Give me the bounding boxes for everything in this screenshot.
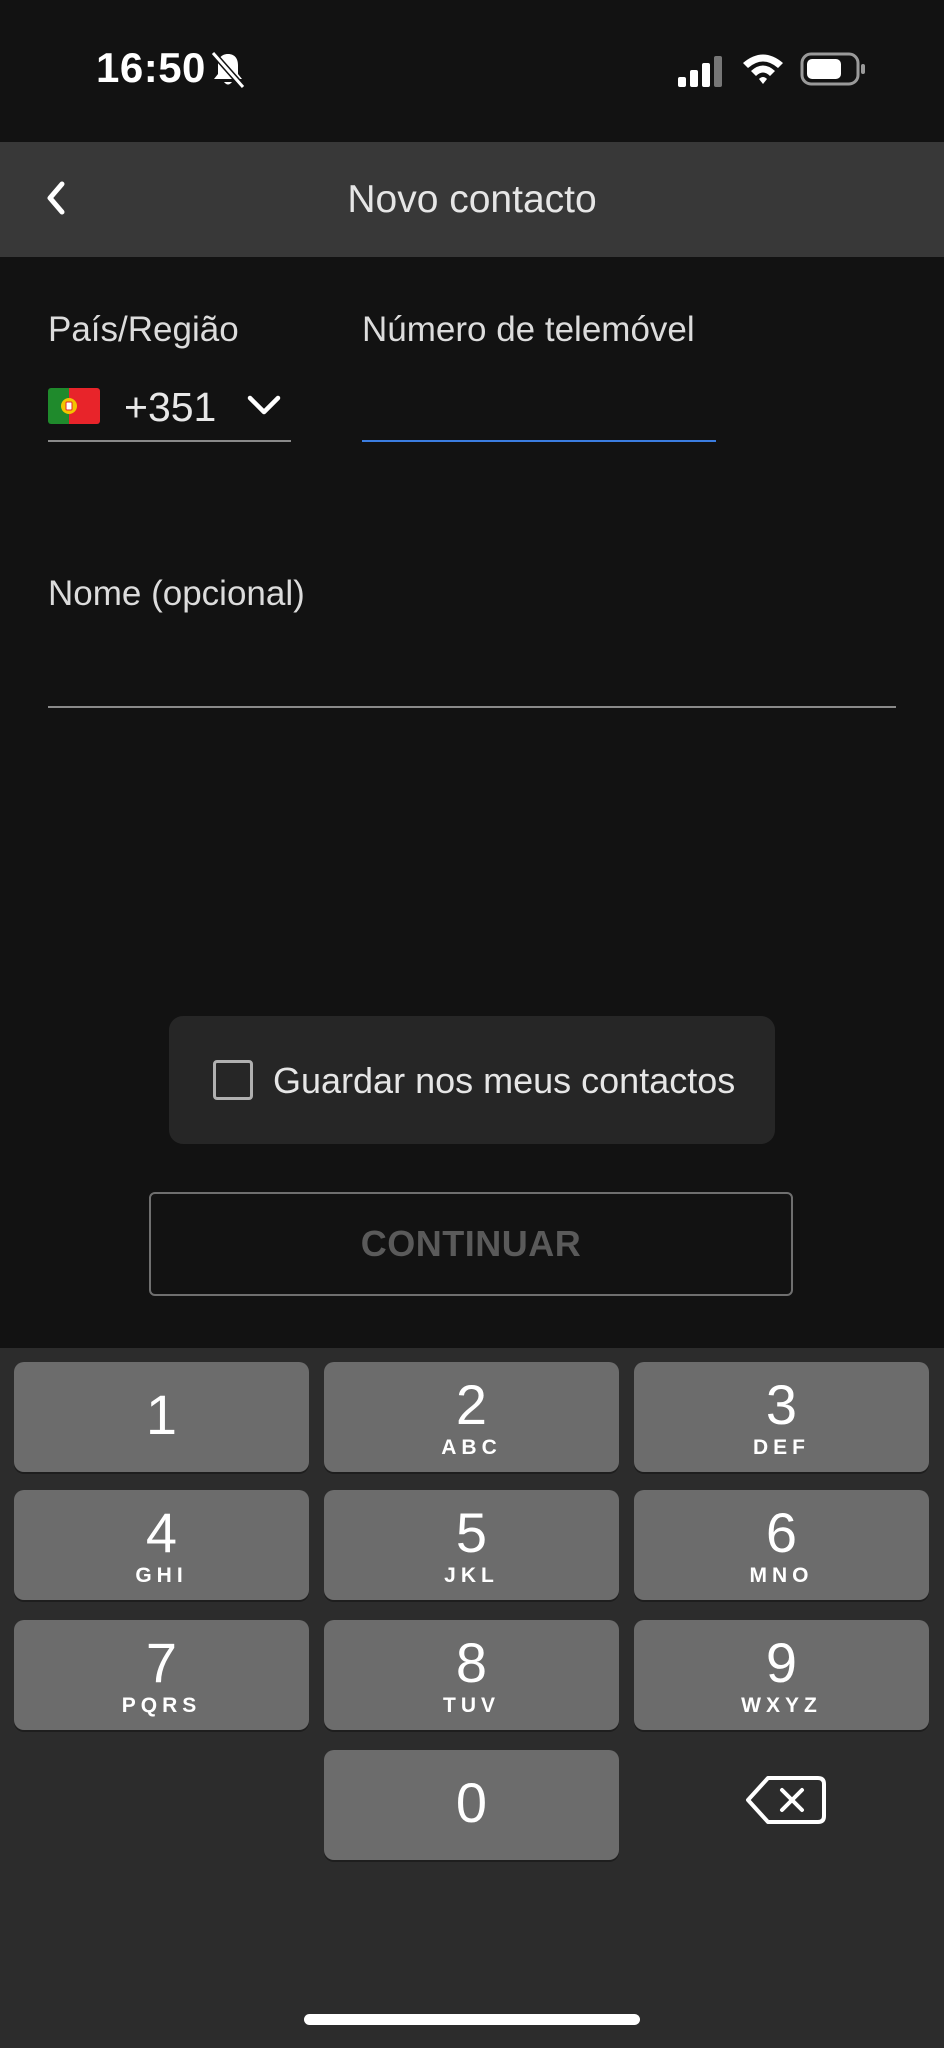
page-title: Novo contacto: [347, 178, 597, 221]
key-2[interactable]: 2 ABC: [324, 1362, 619, 1472]
flag-portugal-icon: [48, 388, 100, 424]
phone-input[interactable]: [362, 372, 716, 442]
key-letters: PQRS: [121, 1694, 202, 1717]
key-0[interactable]: 0: [324, 1750, 619, 1860]
key-8[interactable]: 8 TUV: [324, 1620, 619, 1730]
status-time: 16:50: [96, 44, 206, 91]
key-digit: 1: [145, 1383, 178, 1446]
wifi-icon: [743, 54, 783, 84]
bell-muted-icon: [210, 51, 246, 89]
save-contact-toggle[interactable]: Guardar nos meus contactos: [169, 1016, 775, 1144]
key-4[interactable]: 4 GHI: [14, 1490, 309, 1600]
nav-bar: Novo contacto: [0, 142, 944, 257]
key-letters: GHI: [135, 1564, 188, 1587]
key-digit: 5: [455, 1501, 488, 1564]
key-9[interactable]: 9 WXYZ: [634, 1620, 929, 1730]
key-digit: 9: [765, 1631, 798, 1694]
key-digit: 0: [455, 1771, 488, 1834]
key-5[interactable]: 5 JKL: [324, 1490, 619, 1600]
key-3[interactable]: 3 DEF: [634, 1362, 929, 1472]
key-letters: TUV: [443, 1694, 500, 1717]
dial-code: +351: [124, 384, 217, 430]
key-1[interactable]: 1: [14, 1362, 309, 1472]
key-digit: 2: [455, 1373, 488, 1436]
save-contact-checkbox[interactable]: [213, 1060, 253, 1100]
key-digit: 4: [145, 1501, 178, 1564]
backspace-icon[interactable]: [732, 1760, 842, 1840]
key-6[interactable]: 6 MNO: [634, 1490, 929, 1600]
signal-icon: [678, 56, 722, 87]
key-7[interactable]: 7 PQRS: [14, 1620, 309, 1730]
chevron-down-icon: [247, 395, 281, 415]
name-label: Nome (opcional): [48, 574, 305, 613]
battery-icon: [800, 52, 865, 86]
key-digit: 7: [145, 1631, 178, 1694]
key-letters: ABC: [441, 1436, 502, 1459]
name-input[interactable]: [48, 640, 896, 708]
save-contact-label: Guardar nos meus contactos: [273, 1060, 736, 1101]
key-digit: 3: [765, 1373, 798, 1436]
key-letters: DEF: [753, 1436, 810, 1459]
key-letters: JKL: [444, 1564, 499, 1587]
key-letters: WXYZ: [741, 1694, 822, 1717]
key-digit: 6: [765, 1501, 798, 1564]
country-select[interactable]: +351: [48, 372, 291, 442]
phone-label: Número de telemóvel: [362, 310, 695, 349]
home-indicator: [304, 2014, 640, 2025]
country-label: País/Região: [48, 310, 239, 349]
key-letters: MNO: [749, 1564, 814, 1587]
status-bar: 16:50: [0, 0, 944, 142]
continue-button[interactable]: CONTINUAR: [149, 1192, 793, 1296]
key-digit: 8: [455, 1631, 488, 1694]
